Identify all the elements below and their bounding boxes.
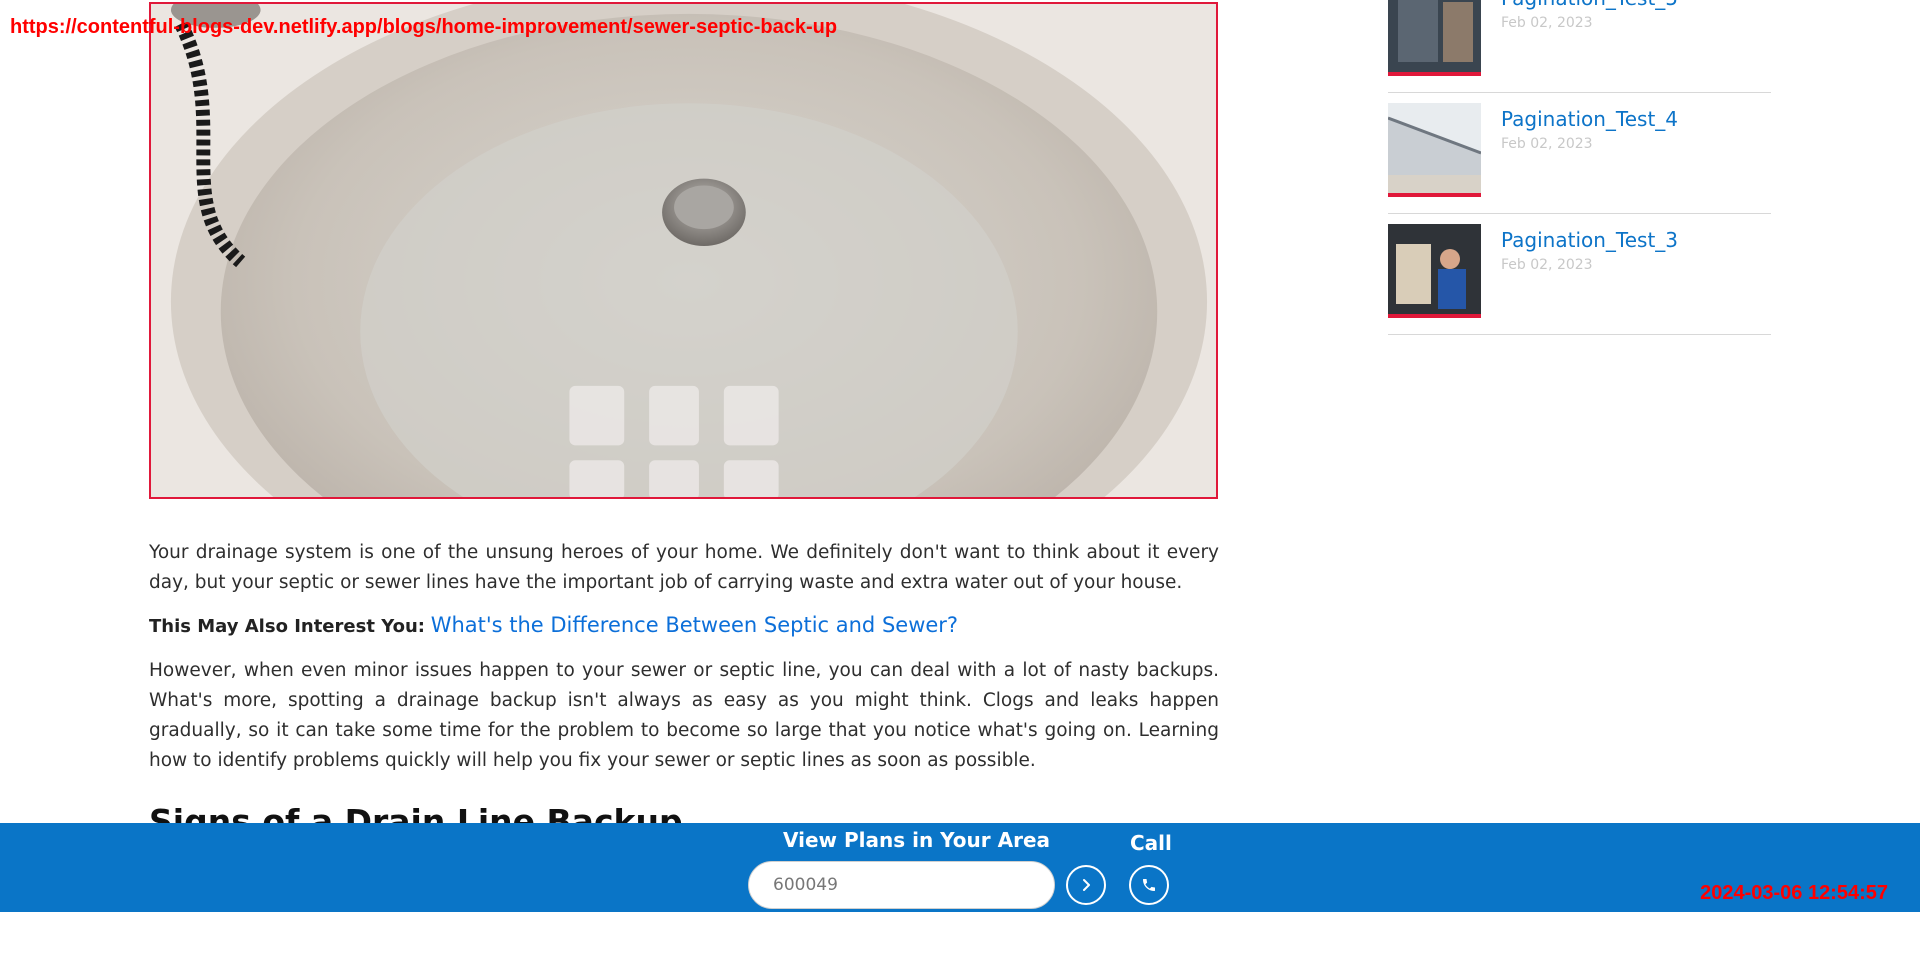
sidebar-recent-posts: Pagination_Test_5 Feb 02, 2023 Paginatio… xyxy=(1388,0,1771,335)
hero-image-sink xyxy=(149,2,1218,499)
sidebar-post[interactable]: Pagination_Test_3 Feb 02, 2023 xyxy=(1388,214,1771,335)
post-title[interactable]: Pagination_Test_5 xyxy=(1501,0,1678,10)
thumbnail-image xyxy=(1388,0,1481,72)
also-interest: This May Also Interest You: What's the D… xyxy=(149,610,1219,642)
post-title[interactable]: Pagination_Test_3 xyxy=(1501,228,1678,252)
phone-icon xyxy=(1143,879,1155,891)
go-button[interactable] xyxy=(1066,865,1106,905)
post-thumbnail[interactable] xyxy=(1388,0,1481,76)
thumbnail-image xyxy=(1388,224,1481,314)
article-body: Your drainage system is one of the unsun… xyxy=(149,538,1219,788)
post-title[interactable]: Pagination_Test_4 xyxy=(1501,107,1678,131)
post-thumbnail[interactable] xyxy=(1388,103,1481,197)
zip-code-input[interactable] xyxy=(748,861,1055,909)
article-intro: Your drainage system is one of the unsun… xyxy=(149,542,1219,593)
sticky-plans-bar: View Plans in Your Area Call xyxy=(0,823,1920,912)
timestamp-overlay: 2024-03-06 12:54:57 xyxy=(1700,882,1888,904)
call-label: Call xyxy=(1130,831,1172,855)
url-overlay: https://contentful-blogs-dev.netlify.app… xyxy=(10,16,838,38)
sidebar-post[interactable]: Pagination_Test_5 Feb 02, 2023 xyxy=(1388,0,1771,93)
chevron-right-icon xyxy=(1083,879,1090,891)
septic-vs-sewer-link[interactable]: What's the Difference Between Septic and… xyxy=(431,613,958,637)
sidebar-post[interactable]: Pagination_Test_4 Feb 02, 2023 xyxy=(1388,93,1771,214)
post-date: Feb 02, 2023 xyxy=(1501,257,1593,273)
call-button[interactable] xyxy=(1129,865,1169,905)
also-interest-label: This May Also Interest You: xyxy=(149,616,425,637)
sink-illustration xyxy=(151,4,1216,497)
article-paragraph: However, when even minor issues happen t… xyxy=(149,660,1219,771)
post-thumbnail[interactable] xyxy=(1388,224,1481,318)
thumbnail-image xyxy=(1388,103,1481,193)
post-date: Feb 02, 2023 xyxy=(1501,15,1593,31)
post-date: Feb 02, 2023 xyxy=(1501,136,1593,152)
view-plans-label: View Plans in Your Area xyxy=(783,828,1051,852)
